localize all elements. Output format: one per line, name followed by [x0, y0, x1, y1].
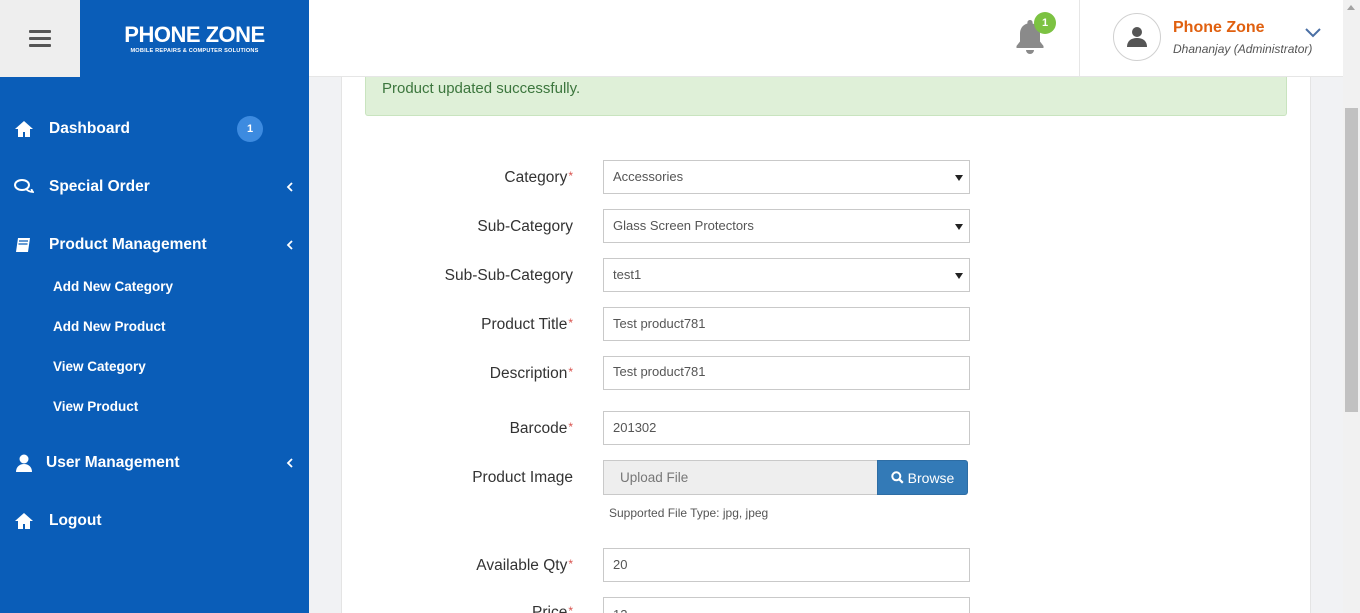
- chevron-left-icon: [286, 458, 293, 468]
- user-name[interactable]: Phone Zone: [1173, 19, 1265, 37]
- sub-sub-category-label: Sub-Sub-Category: [444, 267, 573, 284]
- sub-category-value: Glass Screen Protectors: [613, 218, 754, 233]
- browse-button[interactable]: Browse: [877, 460, 968, 495]
- sidebar-subitem-view-product[interactable]: View Product: [53, 399, 138, 414]
- brand-logo[interactable]: PHONE ZONE MOBILE REPAIRS & COMPUTER SOL…: [80, 0, 309, 77]
- sidebar-item-user-management[interactable]: User Management: [0, 443, 309, 483]
- category-label: Category*: [504, 169, 573, 186]
- description-input[interactable]: Test product781: [603, 356, 970, 390]
- dashboard-badge: 1: [237, 116, 263, 142]
- price-label: Price*: [532, 604, 573, 613]
- available-qty-label: Available Qty*: [476, 557, 573, 574]
- notification-badge: 1: [1034, 12, 1056, 34]
- product-image-label: Product Image: [472, 469, 573, 486]
- caret-down-icon: [955, 175, 963, 181]
- home-icon: [15, 121, 33, 137]
- barcode-label: Barcode*: [509, 420, 573, 437]
- description-label: Description*: [489, 365, 573, 382]
- chevron-down-icon[interactable]: [1304, 26, 1322, 40]
- sidebar-item-label: Special Order: [49, 178, 150, 195]
- sub-sub-category-select[interactable]: test1: [603, 258, 970, 292]
- menu-toggle-button[interactable]: [0, 0, 80, 77]
- logo-title: PHONE ZONE: [124, 21, 265, 47]
- sidebar-item-label: Dashboard: [49, 120, 130, 137]
- header-divider: [1079, 0, 1080, 77]
- sidebar: Dashboard 1 Special Order Product Manage…: [0, 77, 309, 613]
- sidebar-subitem-add-new-category[interactable]: Add New Category: [53, 279, 173, 294]
- sidebar-item-special-order[interactable]: Special Order: [0, 167, 309, 207]
- user-icon: [16, 454, 32, 472]
- sidebar-item-product-management[interactable]: Product Management: [0, 225, 309, 265]
- category-select[interactable]: Accessories: [603, 160, 970, 194]
- caret-down-icon: [955, 224, 963, 230]
- sidebar-item-label: Logout: [49, 512, 102, 529]
- sub-sub-category-value: test1: [613, 267, 642, 282]
- product-title-label: Product Title*: [481, 316, 573, 333]
- upload-file-field[interactable]: Upload File: [603, 460, 877, 495]
- scrollbar-thumb[interactable]: [1345, 108, 1358, 412]
- sidebar-item-label: User Management: [46, 454, 180, 471]
- scroll-up-icon[interactable]: [1347, 5, 1355, 10]
- chevron-left-icon: [286, 182, 293, 192]
- sidebar-item-logout[interactable]: Logout: [0, 501, 309, 541]
- success-alert: Product updated successfully.: [365, 77, 1287, 116]
- form-card: [341, 77, 1311, 613]
- category-value: Accessories: [613, 169, 684, 184]
- file-type-hint: Supported File Type: jpg, jpeg: [609, 506, 769, 520]
- chevron-left-icon: [286, 240, 293, 250]
- sidebar-item-dashboard[interactable]: Dashboard 1: [0, 109, 309, 149]
- sidebar-subitem-add-new-product[interactable]: Add New Product: [53, 319, 166, 334]
- hamburger-icon: [29, 30, 51, 47]
- search-icon: [890, 471, 904, 484]
- sidebar-subitem-view-category[interactable]: View Category: [53, 359, 146, 374]
- chat-icon: [14, 179, 34, 193]
- browse-label: Browse: [907, 469, 955, 486]
- avatar[interactable]: [1113, 13, 1161, 61]
- product-title-input[interactable]: Test product781: [603, 307, 970, 341]
- user-avatar-icon: [1127, 27, 1147, 47]
- required-mark: *: [568, 169, 573, 183]
- user-role: Dhananjay (Administrator): [1173, 42, 1313, 56]
- available-qty-input[interactable]: 20: [603, 548, 970, 582]
- top-bar: 1 Phone Zone Dhananjay (Administrator): [309, 0, 1343, 77]
- sub-category-label: Sub-Category: [477, 218, 573, 235]
- sub-category-select[interactable]: Glass Screen Protectors: [603, 209, 970, 243]
- barcode-input[interactable]: 201302: [603, 411, 970, 445]
- caret-down-icon: [955, 273, 963, 279]
- book-icon: [16, 238, 30, 252]
- home-icon: [15, 513, 33, 529]
- price-input[interactable]: 12: [603, 597, 970, 613]
- logo-subtitle: MOBILE REPAIRS & COMPUTER SOLUTIONS: [130, 47, 259, 54]
- sidebar-item-label: Product Management: [49, 236, 207, 253]
